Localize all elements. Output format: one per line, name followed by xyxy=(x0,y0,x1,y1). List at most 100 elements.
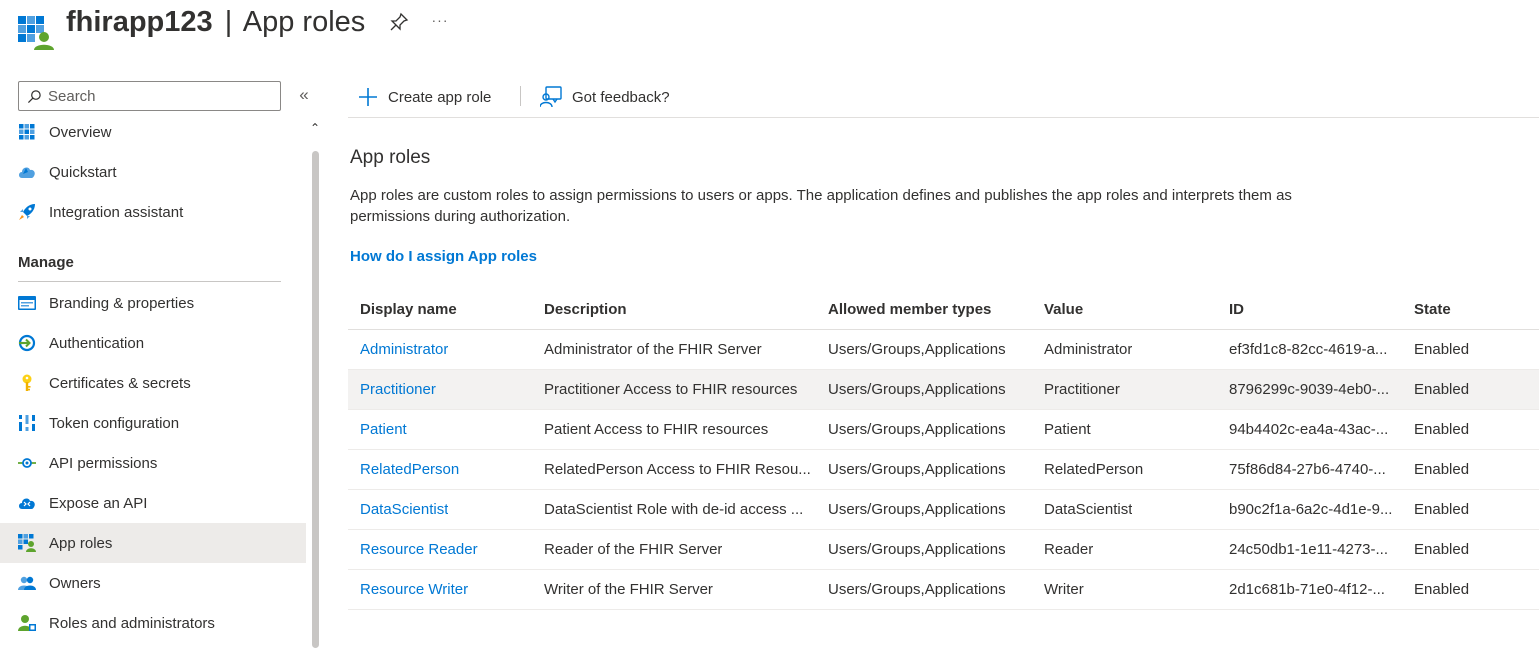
role-member-types: Users/Groups,Applications xyxy=(828,421,1006,438)
sidebar-item-label: Token configuration xyxy=(49,414,180,432)
sidebar-item-roles-administrators[interactable]: Roles and administrators xyxy=(0,603,306,643)
role-state: Enabled xyxy=(1414,381,1470,398)
role-name-link[interactable]: Resource Writer xyxy=(360,570,540,609)
role-description: Patient Access to FHIR resources xyxy=(544,421,769,438)
title-separator: | xyxy=(224,6,233,38)
role-name-link[interactable]: RelatedPerson xyxy=(360,450,540,489)
sidebar-item-label: Branding & properties xyxy=(49,294,195,312)
role-name-link[interactable]: Patient xyxy=(360,410,540,449)
sidebar-item-integration-assistant[interactable]: Integration assistant xyxy=(0,192,306,232)
branding-icon xyxy=(18,294,36,312)
role-value: Patient xyxy=(1044,421,1091,438)
rocket-icon xyxy=(18,203,36,221)
expose-api-cloud-icon xyxy=(18,494,36,512)
sidebar-item-authentication[interactable]: Authentication xyxy=(0,323,306,363)
owners-icon xyxy=(18,574,36,592)
role-member-types: Users/Groups,Applications xyxy=(828,341,1006,358)
app-registration-icon xyxy=(18,16,54,50)
sidebar-scrollbar[interactable] xyxy=(312,151,319,648)
got-feedback-button[interactable]: Got feedback? xyxy=(540,84,670,110)
table-row[interactable]: DataScientist DataScientist Role with de… xyxy=(348,490,1539,530)
sidebar-item-expose-api[interactable]: Expose an API xyxy=(0,483,306,523)
overview-grid-icon xyxy=(18,123,36,141)
table-row[interactable]: Resource Reader Reader of the FHIR Serve… xyxy=(348,530,1539,570)
page-title: fhirapp123 | App roles xyxy=(66,3,365,41)
role-description: RelatedPerson Access to FHIR Resou... xyxy=(544,461,811,478)
table-row[interactable]: Administrator Administrator of the FHIR … xyxy=(348,330,1539,370)
pin-icon[interactable] xyxy=(389,12,409,32)
sidebar-item-overview[interactable]: Overview xyxy=(0,112,306,152)
quickstart-cloud-icon xyxy=(18,163,36,181)
role-name-link[interactable]: Resource Reader xyxy=(360,530,540,569)
search-icon xyxy=(27,89,41,103)
key-icon xyxy=(18,374,36,392)
role-name-link[interactable]: DataScientist xyxy=(360,490,540,529)
how-to-assign-link[interactable]: How do I assign App roles xyxy=(350,248,537,265)
role-description: Practitioner Access to FHIR resources xyxy=(544,381,798,398)
role-member-types: Users/Groups,Applications xyxy=(828,581,1006,598)
sidebar-item-label: Quickstart xyxy=(49,163,117,181)
role-state: Enabled xyxy=(1414,341,1470,358)
table-row[interactable]: Resource Writer Writer of the FHIR Serve… xyxy=(348,570,1539,610)
table-row[interactable]: RelatedPerson RelatedPerson Access to FH… xyxy=(348,450,1539,490)
create-app-role-label: Create app role xyxy=(388,88,492,106)
role-value: DataScientist xyxy=(1044,501,1133,518)
role-member-types: Users/Groups,Applications xyxy=(828,501,1006,518)
search-input[interactable]: Search xyxy=(18,81,281,111)
table-row[interactable]: Practitioner Practitioner Access to FHIR… xyxy=(348,370,1539,410)
role-id: ef3fd1c8-82cc-4619-a... xyxy=(1229,341,1388,358)
role-member-types: Users/Groups,Applications xyxy=(828,381,1006,398)
sidebar-item-label: Certificates & secrets xyxy=(49,374,191,392)
sidebar-item-label: Integration assistant xyxy=(49,203,184,221)
section-description: App roles are custom roles to assign per… xyxy=(350,187,1292,225)
role-state: Enabled xyxy=(1414,581,1470,598)
manage-section-label: Manage xyxy=(18,254,74,271)
column-header-id[interactable]: ID xyxy=(1229,289,1404,329)
sidebar-item-app-roles[interactable]: App roles xyxy=(0,523,306,563)
sidebar-item-label: Roles and administrators xyxy=(49,614,215,632)
collapse-sidebar-button[interactable]: « xyxy=(294,85,314,105)
role-id: 75f86d84-27b6-4740-... xyxy=(1229,461,1386,478)
column-header-description[interactable]: Description xyxy=(544,289,819,329)
sidebar-item-certificates[interactable]: Certificates & secrets xyxy=(0,363,306,403)
sidebar-item-label: API permissions xyxy=(49,454,158,472)
sidebar-item-branding[interactable]: Branding & properties xyxy=(0,283,306,323)
column-header-value[interactable]: Value xyxy=(1044,289,1224,329)
roles-admin-icon xyxy=(18,614,36,632)
sidebar-item-owners[interactable]: Owners xyxy=(0,563,306,603)
section-divider xyxy=(18,281,281,282)
sidebar-item-label: Expose an API xyxy=(49,494,148,512)
scroll-up-icon[interactable]: ⌃ xyxy=(308,121,322,135)
column-header-state[interactable]: State xyxy=(1414,289,1534,329)
sidebar-item-label: Overview xyxy=(49,123,112,141)
search-placeholder: Search xyxy=(48,87,96,105)
role-description: Administrator of the FHIR Server xyxy=(544,341,762,358)
role-description: Writer of the FHIR Server xyxy=(544,581,713,598)
column-header-allowed-member-types[interactable]: Allowed member types xyxy=(828,289,1038,329)
role-id: b90c2f1a-6a2c-4d1e-9... xyxy=(1229,501,1393,518)
api-permissions-icon xyxy=(18,454,36,472)
role-member-types: Users/Groups,Applications xyxy=(828,541,1006,558)
authentication-icon xyxy=(18,334,36,352)
role-id: 94b4402c-ea4a-43ac-... xyxy=(1229,421,1389,438)
sidebar-item-api-permissions[interactable]: API permissions xyxy=(0,443,306,483)
app-roles-icon xyxy=(18,534,36,552)
plus-icon xyxy=(359,88,377,106)
role-name-link[interactable]: Administrator xyxy=(360,330,540,369)
toolbar-divider xyxy=(520,86,521,106)
table-header: Display name Description Allowed member … xyxy=(348,289,1539,330)
app-roles-table: Display name Description Allowed member … xyxy=(348,289,1539,610)
sidebar: Search « ⌃ Overview Quickstart Integrati… xyxy=(0,76,320,648)
role-name-link[interactable]: Practitioner xyxy=(360,370,540,409)
role-id: 2d1c681b-71e0-4f12-... xyxy=(1229,581,1385,598)
sidebar-item-quickstart[interactable]: Quickstart xyxy=(0,152,306,192)
column-header-display-name[interactable]: Display name xyxy=(360,289,540,329)
feedback-icon xyxy=(540,86,562,108)
sidebar-item-label: App roles xyxy=(49,534,113,552)
create-app-role-button[interactable]: Create app role xyxy=(358,84,491,110)
sidebar-item-token-configuration[interactable]: Token configuration xyxy=(0,403,306,443)
more-options-icon[interactable]: ··· xyxy=(428,8,452,32)
table-row[interactable]: Patient Patient Access to FHIR resources… xyxy=(348,410,1539,450)
role-id: 24c50db1-1e11-4273-... xyxy=(1229,541,1389,558)
command-bar: Create app role Got feedback? xyxy=(348,76,1539,118)
